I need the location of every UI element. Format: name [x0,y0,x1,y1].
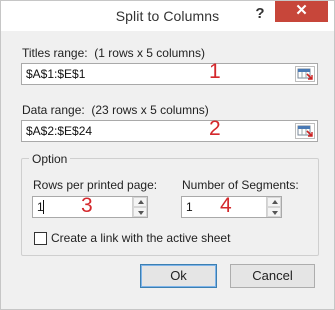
marker-1: 1 [209,60,221,83]
chevron-up-icon [272,200,278,204]
ok-button[interactable]: Ok [140,264,217,288]
option-group-title: Option [29,152,71,166]
split-to-columns-dialog: Split to Columns ? ✕ Titles range: (1 ro… [0,0,335,310]
segments-value: 1 [186,200,193,214]
chevron-down-icon [272,211,278,215]
range-select-icon [297,68,313,80]
help-button[interactable]: ? [247,3,273,25]
segments-decrement-button[interactable] [267,207,281,217]
titles-range-label: Titles range: (1 rows x 5 columns) [22,46,205,60]
rows-per-page-increment-button[interactable] [133,197,147,207]
marker-4: 4 [220,194,232,217]
titles-range-info: (1 rows x 5 columns) [94,46,205,60]
titles-range-value: $A$1:$E$1 [26,67,86,81]
rows-per-page-label: Rows per printed page: [33,178,158,192]
rows-per-page-spin [132,197,147,217]
data-range-value: $A$2:$E$24 [26,124,93,138]
marker-2: 2 [209,117,221,140]
chevron-up-icon [138,200,144,204]
titles-range-select-button[interactable] [295,66,315,82]
rows-per-page-decrement-button[interactable] [133,207,147,217]
segments-increment-button[interactable] [267,197,281,207]
link-active-sheet-checkbox[interactable] [34,232,47,245]
range-select-icon [297,125,313,137]
segments-label: Number of Segments: [182,178,299,192]
cancel-button[interactable]: Cancel [230,264,315,288]
segments-spin [266,197,281,217]
close-button[interactable]: ✕ [275,1,328,22]
data-range-label: Data range: (23 rows x 5 columns) [22,103,209,117]
title-bar: Split to Columns ? ✕ [1,1,334,31]
text-caret [43,200,44,214]
marker-3: 3 [81,194,93,217]
titles-range-input[interactable]: $A$1:$E$1 [21,63,318,85]
chevron-down-icon [138,211,144,215]
data-range-select-button[interactable] [295,123,315,139]
data-range-info: (23 rows x 5 columns) [91,103,209,117]
link-active-sheet-label[interactable]: Create a link with the active sheet [51,231,230,245]
data-range-input[interactable]: $A$2:$E$24 [21,120,318,142]
